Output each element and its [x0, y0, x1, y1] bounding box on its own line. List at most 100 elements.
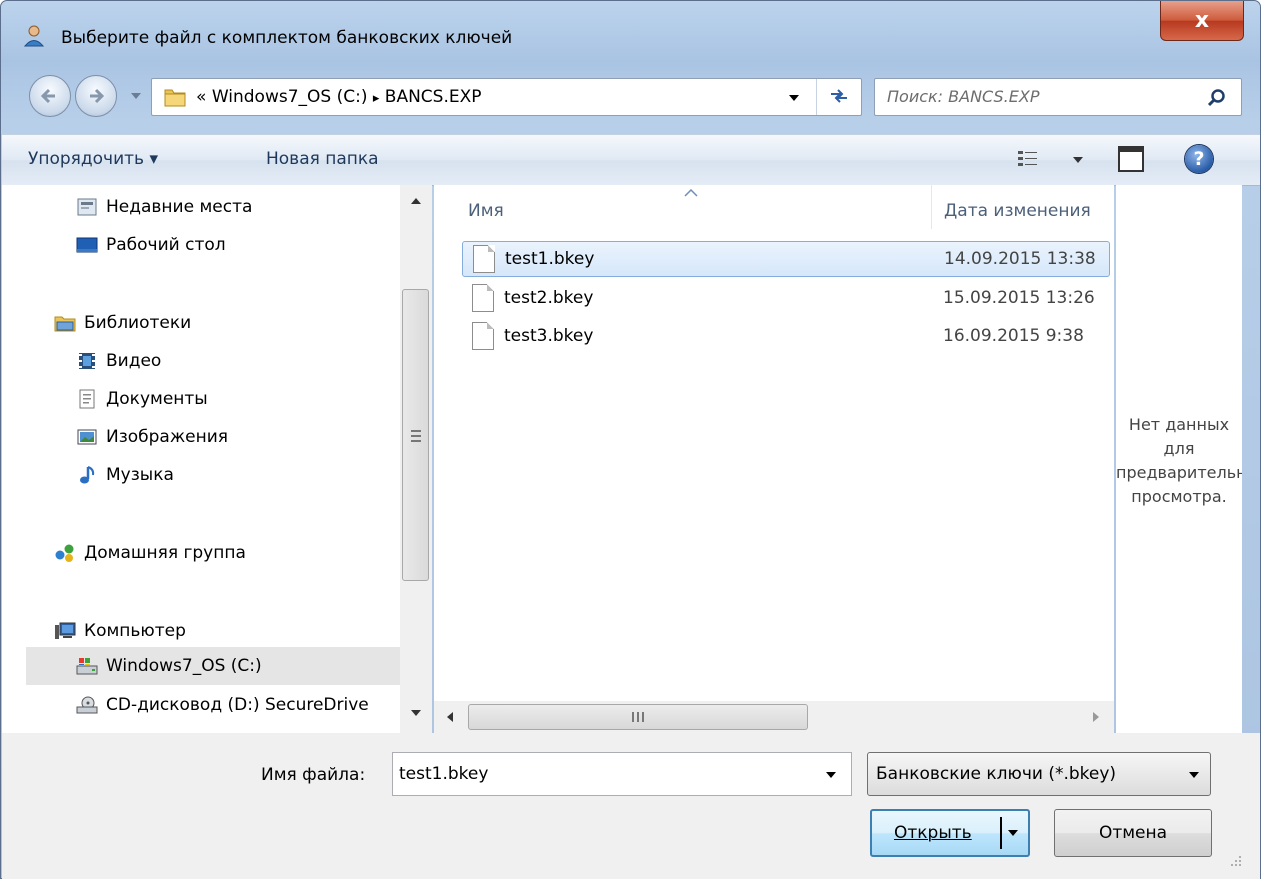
nav-item-label: Рабочий стол — [106, 235, 226, 255]
file-icon — [472, 284, 494, 312]
search-box[interactable]: Поиск: BANCS.EXP — [874, 78, 1242, 116]
libraries-icon — [54, 316, 76, 332]
nav-item-label: Недавние места — [106, 197, 253, 217]
nav-item-label: Документы — [106, 389, 208, 409]
change-view-icon[interactable] — [1017, 149, 1039, 169]
scroll-down-icon[interactable] — [410, 709, 422, 717]
cd-drive-icon — [76, 696, 98, 714]
file-name: test1.bkey — [505, 249, 595, 269]
drive-icon — [76, 658, 98, 675]
column-header-name[interactable]: Имя — [468, 201, 504, 221]
folder-icon — [164, 89, 186, 107]
bottom-panel: Имя файла: test1.bkey Банковские ключи (… — [2, 733, 1260, 879]
nav-item-label: Windows7_OS (C:) — [106, 656, 262, 676]
search-icon[interactable] — [1207, 88, 1227, 108]
recent-places-icon — [77, 198, 97, 216]
nav-item-recent-places[interactable]: Недавние места — [76, 191, 252, 223]
nav-pane-vertical-scrollbar[interactable] — [400, 185, 432, 733]
back-button[interactable] — [29, 75, 71, 117]
column-header-date-modified[interactable]: Дата изменения — [944, 201, 1091, 221]
address-dropdown-icon[interactable] — [788, 93, 800, 103]
file-row[interactable]: test1.bkey 14.09.2015 13:38 — [462, 241, 1110, 277]
file-type-filter[interactable]: Банковские ключи (*.bkey) — [867, 752, 1211, 796]
breadcrumb: « Windows7_OS (C:) ▸ BANCS.EXP — [196, 87, 482, 107]
address-bar[interactable]: « Windows7_OS (C:) ▸ BANCS.EXP — [151, 78, 862, 116]
pictures-icon — [77, 429, 97, 445]
nav-item-video[interactable]: Видео — [76, 345, 161, 377]
preview-pane: Нет данных для предварительного просмотр… — [1116, 185, 1242, 733]
open-options-dropdown-icon[interactable] — [1007, 828, 1019, 838]
scrollbar-grip — [632, 712, 644, 722]
nav-item-documents[interactable]: Документы — [76, 383, 208, 415]
user-keys-icon — [23, 25, 45, 47]
new-folder-button[interactable]: Новая папка — [266, 149, 379, 169]
navigation-pane: Недавние места Рабочий стол Библиотеки В… — [2, 185, 432, 733]
scroll-up-icon[interactable] — [410, 197, 422, 205]
organize-button[interactable]: Упорядочить ▾ — [28, 149, 158, 169]
file-type-dropdown-icon[interactable] — [1188, 770, 1200, 780]
title-bar[interactable]: Выберите файл с комплектом банковских кл… — [1, 1, 1260, 65]
scroll-left-icon[interactable] — [446, 711, 454, 723]
nav-item-label: Изображения — [106, 427, 229, 447]
preview-pane-icon[interactable] — [1118, 146, 1144, 172]
nav-item-label: Библиотеки — [84, 313, 192, 333]
file-list-horizontal-scrollbar[interactable] — [434, 701, 1114, 733]
breadcrumb-separator[interactable]: ▸ — [373, 91, 380, 106]
breadcrumb-item-folder[interactable]: BANCS.EXP — [385, 87, 482, 107]
window-title: Выберите файл с комплектом банковских кл… — [61, 28, 513, 48]
cancel-button[interactable]: Отмена — [1054, 809, 1212, 857]
scrollbar-thumb[interactable] — [468, 704, 808, 730]
nav-item-computer[interactable]: Компьютер — [54, 615, 186, 647]
split-divider — [1000, 817, 1002, 849]
resize-grip-icon[interactable] — [1228, 853, 1242, 867]
help-icon[interactable]: ? — [1185, 145, 1213, 173]
no-preview-line: предварительного — [1116, 463, 1242, 482]
nav-item-label: Музыка — [106, 465, 174, 485]
forward-button[interactable] — [75, 75, 117, 117]
file-icon — [473, 245, 495, 273]
nav-item-cd-drive[interactable]: CD-дисковод (D:) SecureDrive — [76, 689, 369, 721]
refresh-icon[interactable] — [828, 85, 850, 107]
file-name: test3.bkey — [504, 326, 594, 346]
arrow-right-icon — [90, 88, 105, 104]
no-preview-line: просмотра. — [1131, 487, 1227, 506]
no-preview-line: для — [1163, 439, 1195, 458]
no-preview-line: Нет данных — [1128, 415, 1230, 434]
scroll-right-icon[interactable] — [1092, 711, 1100, 723]
nav-item-libraries[interactable]: Библиотеки — [54, 307, 191, 339]
address-divider — [816, 79, 817, 115]
music-icon — [80, 466, 95, 484]
file-date: 16.09.2015 9:38 — [943, 326, 1084, 346]
file-type-value: Банковские ключи (*.bkey) — [876, 764, 1117, 784]
desktop-icon — [76, 237, 98, 253]
column-divider[interactable] — [931, 185, 932, 229]
filename-label: Имя файла: — [261, 765, 366, 785]
filename-dropdown-icon[interactable] — [825, 770, 837, 780]
view-options-dropdown-icon[interactable] — [1072, 155, 1084, 165]
nav-item-desktop[interactable]: Рабочий стол — [76, 229, 226, 261]
command-bar: Упорядочить ▾ Новая папка ? — [2, 134, 1260, 186]
nav-item-music[interactable]: Музыка — [76, 459, 174, 491]
filename-field[interactable]: test1.bkey — [392, 752, 852, 796]
nav-item-homegroup[interactable]: Домашняя группа — [54, 537, 246, 569]
filename-value: test1.bkey — [399, 764, 489, 784]
no-preview-message: Нет данных для предварительного просмотр… — [1116, 413, 1242, 509]
close-button[interactable]: x — [1160, 1, 1244, 41]
arrow-left-icon — [40, 88, 55, 104]
computer-icon — [55, 622, 76, 639]
file-date: 15.09.2015 13:26 — [943, 288, 1095, 308]
breadcrumb-overflow[interactable]: « — [196, 87, 206, 107]
file-row[interactable]: test2.bkey 15.09.2015 13:26 — [462, 281, 1110, 317]
breadcrumb-item-drive[interactable]: Windows7_OS (C:) — [212, 87, 368, 107]
nav-item-label: CD-дисковод (D:) SecureDrive — [106, 695, 369, 715]
nav-item-pictures[interactable]: Изображения — [76, 421, 228, 453]
nav-item-drive-c[interactable]: Windows7_OS (C:) — [26, 647, 400, 685]
file-row[interactable]: test3.bkey 16.09.2015 9:38 — [462, 319, 1110, 355]
search-input[interactable]: Поиск: BANCS.EXP — [887, 87, 1039, 106]
open-file-dialog: Выберите файл с комплектом банковских кл… — [0, 0, 1261, 879]
scrollbar-thumb[interactable] — [402, 289, 429, 581]
recent-locations-dropdown-icon[interactable] — [129, 89, 143, 103]
nav-item-label: Домашняя группа — [84, 543, 246, 563]
open-button[interactable]: Открыть — [870, 809, 1030, 857]
file-name: test2.bkey — [504, 288, 594, 308]
